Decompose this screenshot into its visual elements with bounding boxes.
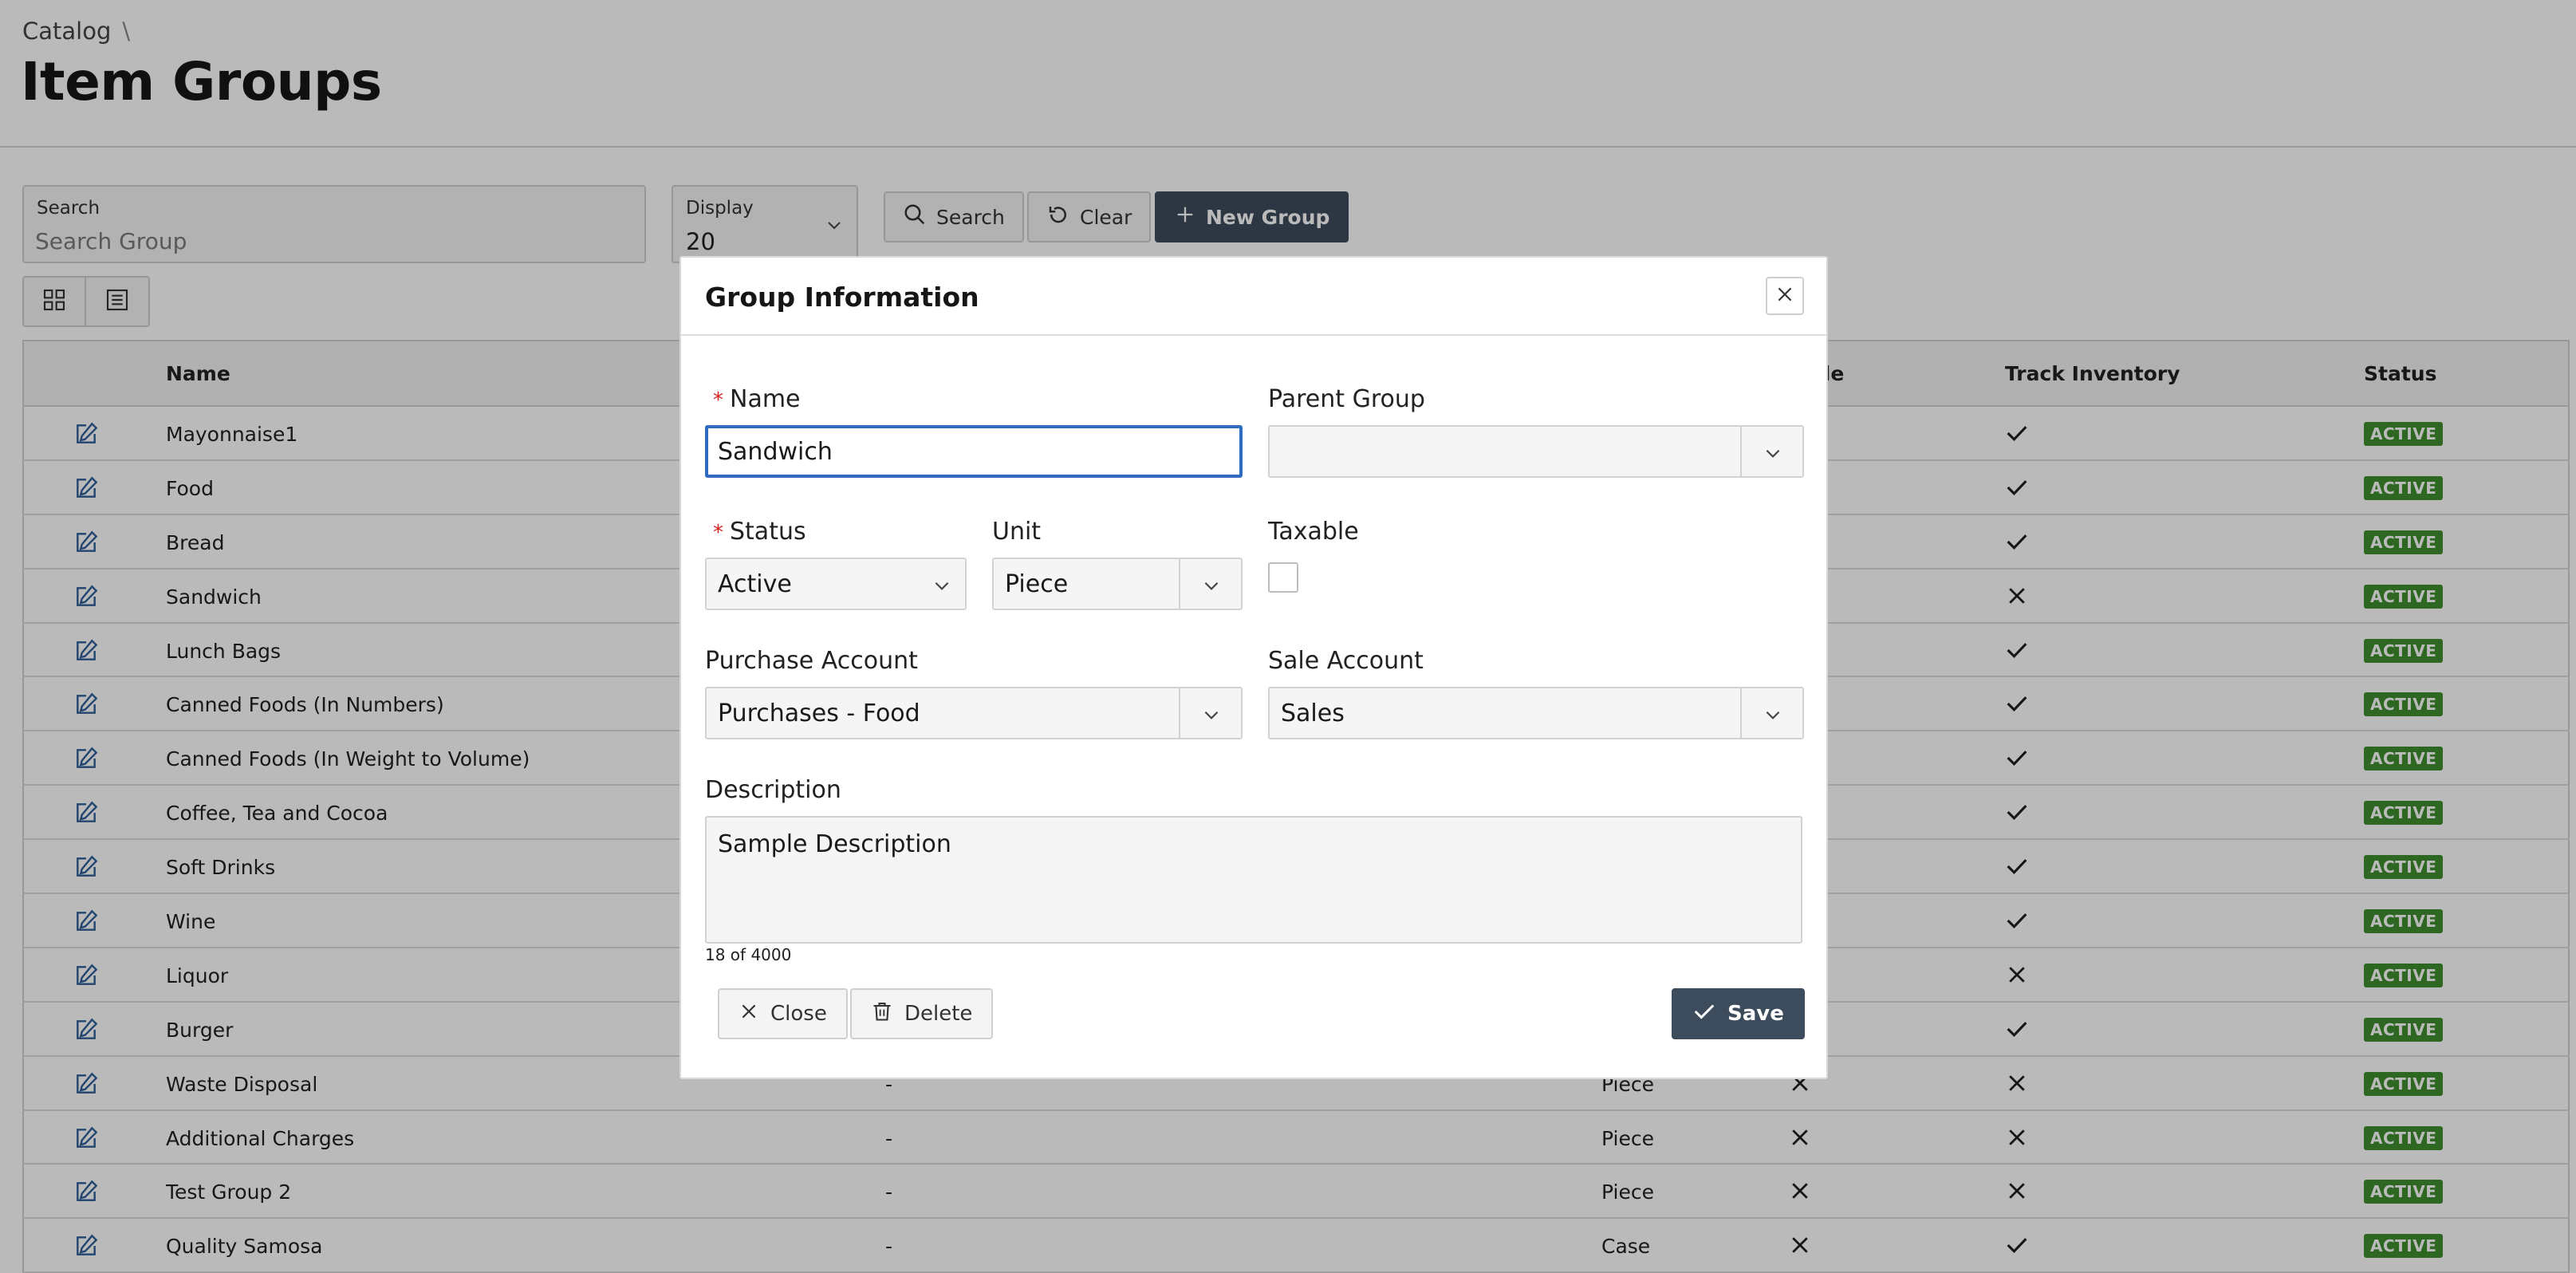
sale-account-value: Sales <box>1281 700 1345 727</box>
status-label: * Status <box>713 518 806 546</box>
dialog-header: Group Information <box>681 258 1826 336</box>
name-input-value: Sandwich <box>718 438 833 466</box>
delete-button[interactable]: Delete <box>850 988 994 1039</box>
chevron-down-icon <box>932 575 952 599</box>
taxable-label: Taxable <box>1268 518 1359 546</box>
purchase-account-label: Purchase Account <box>705 647 918 675</box>
unit-value: Piece <box>1005 570 1069 598</box>
dialog-close-button[interactable] <box>1766 277 1804 315</box>
purchase-account-select[interactable]: Purchases - Food <box>705 687 1243 739</box>
status-value: Active <box>718 570 792 598</box>
save-button-label: Save <box>1727 1002 1784 1026</box>
close-icon <box>739 1001 759 1027</box>
chevron-down-icon <box>1201 575 1222 599</box>
character-counter: 18 of 4000 <box>705 945 792 964</box>
status-select[interactable]: Active <box>705 558 967 610</box>
status-label-text: Status <box>730 518 806 546</box>
unit-label: Unit <box>992 518 1042 546</box>
close-button[interactable]: Close <box>718 988 848 1039</box>
parent-group-select[interactable] <box>1268 425 1804 478</box>
select-divider <box>1179 688 1180 738</box>
required-marker: * <box>713 521 723 545</box>
description-label: Description <box>705 776 841 804</box>
taxable-checkbox[interactable] <box>1268 562 1298 593</box>
select-divider <box>1179 559 1180 609</box>
save-button[interactable]: Save <box>1672 988 1805 1039</box>
name-input[interactable]: Sandwich <box>705 425 1243 478</box>
purchase-account-value: Purchases - Food <box>718 700 920 727</box>
sale-account-label: Sale Account <box>1268 647 1424 675</box>
parent-group-label: Parent Group <box>1268 385 1425 413</box>
trash-icon <box>871 1000 893 1028</box>
description-textarea[interactable]: Sample Description <box>705 816 1802 944</box>
chevron-down-icon <box>1763 704 1783 728</box>
check-icon <box>1692 999 1716 1029</box>
sale-account-select[interactable]: Sales <box>1268 687 1804 739</box>
select-divider <box>1740 688 1742 738</box>
name-label-text: Name <box>730 385 801 413</box>
close-icon <box>1774 284 1795 308</box>
description-value: Sample Description <box>718 830 951 858</box>
required-marker: * <box>713 388 723 412</box>
group-information-dialog: Group Information * Name Sandwich Parent … <box>679 256 1828 1079</box>
unit-select[interactable]: Piece <box>992 558 1243 610</box>
delete-button-label: Delete <box>904 1002 973 1026</box>
close-button-label: Close <box>770 1002 827 1026</box>
chevron-down-icon <box>1763 443 1783 467</box>
chevron-down-icon <box>1201 704 1222 728</box>
name-label: * Name <box>713 385 801 413</box>
select-divider <box>1740 427 1742 476</box>
dialog-title: Group Information <box>705 282 979 313</box>
